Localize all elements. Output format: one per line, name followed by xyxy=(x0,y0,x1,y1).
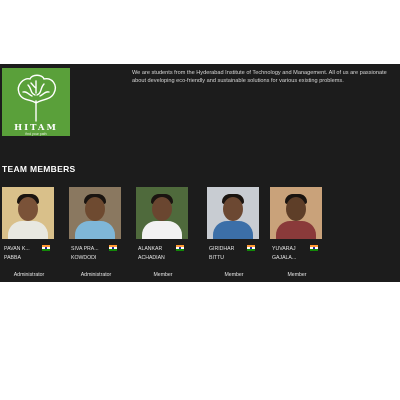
member-name-line2: ACHADIAN xyxy=(138,255,165,261)
member-photo xyxy=(270,187,322,239)
member-name: YUVARAJ GAJALA... xyxy=(272,245,308,263)
member-role: Member xyxy=(153,272,173,278)
member-role: Administrator xyxy=(80,272,112,278)
team-member-card: GIRIDHAR BITTU Member xyxy=(207,187,261,278)
member-name-line2: GAJALA... xyxy=(272,255,297,261)
team-member-card: YUVARAJ GAJALA... Member xyxy=(270,187,324,278)
member-name: PAVAN K... PABBA xyxy=(4,245,40,263)
about-panel: HITAM find your path We are students fro… xyxy=(0,64,400,282)
photo-face xyxy=(152,197,172,221)
member-name-line1: YUVARAJ xyxy=(272,246,296,252)
team-member-card: ALANKAR ACHADIAN Member xyxy=(136,187,190,278)
member-role: Member xyxy=(287,272,307,278)
member-name-line1: ALANKAR xyxy=(138,246,163,252)
member-name-line2: PABBA xyxy=(4,255,21,261)
team-member-card: SIVA PRA... KOWDODI Administrator xyxy=(69,187,123,278)
photo-face xyxy=(223,197,243,221)
member-photo xyxy=(207,187,259,239)
member-photo xyxy=(2,187,54,239)
india-flag-icon xyxy=(109,245,117,251)
member-photo xyxy=(69,187,121,239)
intro-text: We are students from the Hyderabad Insti… xyxy=(132,70,387,84)
photo-face xyxy=(85,197,105,221)
member-role: Member xyxy=(224,272,244,278)
member-name-line2: KOWDODI xyxy=(71,255,97,261)
member-name-line1: PAVAN K... xyxy=(4,246,30,252)
tree-brain-icon xyxy=(17,74,56,122)
member-name-line2: BITTU xyxy=(209,255,224,261)
member-role: Administrator xyxy=(13,272,45,278)
hitam-logo: HITAM find your path xyxy=(2,68,70,136)
team-member-card: PAVAN K... PABBA Administrator xyxy=(2,187,56,278)
member-name: SIVA PRA... KOWDODI xyxy=(71,245,107,263)
team-title: TEAM MEMBERS xyxy=(2,164,76,174)
photo-shirt xyxy=(213,221,253,239)
photo-shirt xyxy=(75,221,115,239)
photo-face xyxy=(286,197,306,221)
india-flag-icon xyxy=(247,245,255,251)
photo-face xyxy=(18,197,38,221)
member-name: GIRIDHAR BITTU xyxy=(209,245,245,263)
india-flag-icon xyxy=(176,245,184,251)
member-photo xyxy=(136,187,188,239)
member-name-line1: GIRIDHAR xyxy=(209,246,235,252)
india-flag-icon xyxy=(42,245,50,251)
photo-shirt xyxy=(142,221,182,239)
logo-tagline: find your path xyxy=(25,132,47,136)
photo-shirt xyxy=(276,221,316,239)
member-name: ALANKAR ACHADIAN xyxy=(138,245,174,263)
photo-shirt xyxy=(8,221,48,239)
member-name-line1: SIVA PRA... xyxy=(71,246,99,252)
india-flag-icon xyxy=(310,245,318,251)
